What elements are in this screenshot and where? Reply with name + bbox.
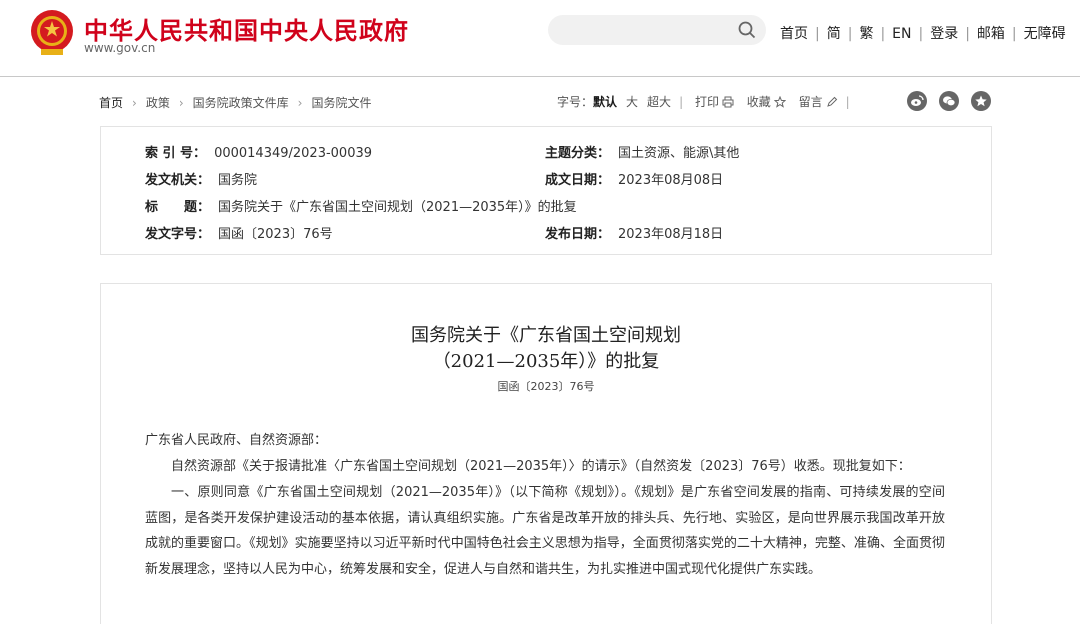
site-url[interactable]: www.gov.cn xyxy=(84,41,155,55)
top-nav: 首页 | 简 | 繁 | EN | 登录 | 邮箱 | 无障碍 xyxy=(780,23,1066,43)
meta-index-value: 000014349/2023-00039 xyxy=(214,146,373,161)
meta-written-date-value: 2023年08月08日 xyxy=(618,173,724,188)
meta-issuer-value: 国务院 xyxy=(218,173,258,188)
breadcrumb-home[interactable]: 首页 xyxy=(99,96,123,110)
breadcrumb: 首页 › 政策 › 国务院政策文件库 › 国务院文件 xyxy=(99,94,372,111)
chevron-right-icon: › xyxy=(132,96,137,110)
nav-separator: | xyxy=(847,26,853,42)
nav-mail[interactable]: 邮箱 xyxy=(977,26,1005,42)
meta-title-value: 国务院关于《广东省国土空间规划（2021—2035年）》的批复 xyxy=(218,200,577,215)
wechat-share-button[interactable] xyxy=(939,91,959,111)
comment-button[interactable]: 留言 xyxy=(799,95,838,109)
meta-index-row: 索 引 号： 000014349/2023-00039 xyxy=(145,142,372,161)
pencil-icon xyxy=(826,96,837,107)
meta-publish-date-value: 2023年08月18日 xyxy=(618,227,724,242)
meta-issuer-row: 发文机关： 国务院 xyxy=(145,169,257,188)
nav-separator: | xyxy=(1011,26,1017,42)
article-toolbar: 字号：默认大超大 | 打印 收藏 留言 | xyxy=(557,93,858,110)
print-label: 打印 xyxy=(694,95,719,109)
article-addressee: 广东省人民政府、自然资源部： xyxy=(145,433,328,448)
meta-title-label: 标 题： xyxy=(145,200,211,215)
chevron-right-icon: › xyxy=(178,96,184,110)
national-emblem-icon[interactable] xyxy=(29,9,75,57)
article-doc-number: 国函〔2023〕76号 xyxy=(497,380,595,393)
meta-category-row: 主题分类： 国土资源、能源\其他 xyxy=(545,142,739,161)
meta-issuer-label: 发文机关： xyxy=(145,173,211,188)
favorite-label: 收藏 xyxy=(746,95,771,109)
breadcrumb-policy-library[interactable]: 国务院政策文件库 xyxy=(193,96,289,110)
nav-separator: | xyxy=(918,26,924,42)
site-header: 中华人民共和国中央人民政府 www.gov.cn 首页 | 简 | 繁 | EN | 登录 | 邮箱… xyxy=(0,0,1080,77)
meta-doc-number-value: 国函〔2023〕76号 xyxy=(218,227,333,242)
nav-simplified[interactable]: 简 xyxy=(827,26,841,42)
nav-home[interactable]: 首页 xyxy=(780,26,808,42)
weibo-share-button[interactable] xyxy=(907,91,927,111)
chevron-right-icon: › xyxy=(297,96,303,110)
nav-traditional[interactable]: 繁 xyxy=(859,26,873,42)
meta-category-value: 国土资源、能源\其他 xyxy=(618,146,740,161)
star-icon xyxy=(773,96,786,108)
meta-title-row: 标 题： 国务院关于《广东省国土空间规划（2021—2035年）》的批复 xyxy=(145,196,577,215)
article-title-line1: 国务院关于《广东省国土空间规划 xyxy=(411,325,681,346)
toolbar-separator: | xyxy=(679,95,684,109)
meta-publish-date-row: 发布日期： 2023年08月18日 xyxy=(545,223,723,242)
favorite-share-button[interactable] xyxy=(971,91,991,111)
meta-index-label: 索 引 号： xyxy=(145,146,207,161)
font-large-button[interactable]: 大 xyxy=(626,95,638,109)
font-xlarge-button[interactable]: 超大 xyxy=(647,95,671,109)
search-icon[interactable] xyxy=(738,21,756,39)
wechat-icon xyxy=(943,96,956,107)
print-button[interactable]: 打印 xyxy=(695,95,734,109)
favorite-star-icon xyxy=(975,95,987,107)
nav-english[interactable]: EN xyxy=(892,26,911,42)
font-default-button[interactable]: 默认 xyxy=(593,95,617,109)
font-size-label: 字号： xyxy=(557,95,594,109)
meta-doc-number-row: 发文字号： 国函〔2023〕76号 xyxy=(145,223,333,242)
breadcrumb-state-council-docs[interactable]: 国务院文件 xyxy=(311,96,371,110)
favorite-button[interactable]: 收藏 xyxy=(747,95,786,109)
article-paragraph: 自然资源部《关于报请批准〈广东省国土空间规划（2021—2035年）〉的请示》（… xyxy=(171,459,911,474)
print-icon xyxy=(722,96,734,108)
article-body: 国务院关于《广东省国土空间规划 （2021—2035年）》的批复 国函〔2023… xyxy=(100,283,992,624)
meta-doc-number-label: 发文字号： xyxy=(145,227,211,242)
meta-written-date-row: 成文日期： 2023年08月08日 xyxy=(545,169,723,188)
article-paragraph: 一、原则同意《广东省国土空间规划（2021—2035年）》（以下简称《规划》）。… xyxy=(145,485,945,577)
meta-written-date-label: 成文日期： xyxy=(545,173,611,188)
toolbar-separator: | xyxy=(845,95,850,109)
meta-category-label: 主题分类： xyxy=(545,146,611,161)
nav-separator: | xyxy=(965,26,970,42)
search-input[interactable] xyxy=(548,15,766,45)
meta-publish-date-label: 发布日期： xyxy=(545,227,611,242)
article-title-line2: （2021—2035年）》的批复 xyxy=(432,351,660,372)
comment-label: 留言 xyxy=(798,95,823,109)
nav-login[interactable]: 登录 xyxy=(930,26,958,42)
document-metadata-table: 索 引 号： 000014349/2023-00039 主题分类： 国土资源、能源\… xyxy=(100,126,992,255)
breadcrumb-policy[interactable]: 政策 xyxy=(146,96,170,110)
nav-separator: | xyxy=(815,26,820,42)
nav-separator: | xyxy=(880,26,886,42)
nav-accessibility[interactable]: 无障碍 xyxy=(1024,26,1066,42)
weibo-icon xyxy=(911,95,924,106)
